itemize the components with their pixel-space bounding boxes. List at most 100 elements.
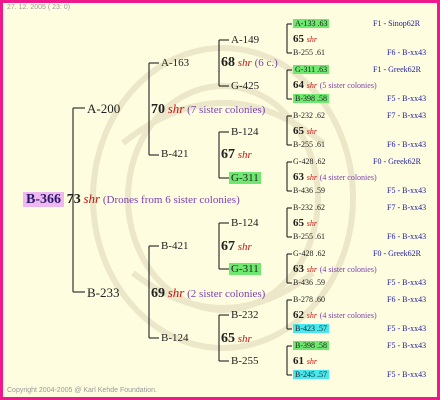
g4-name-7: B-436 .59 (293, 186, 325, 195)
g3-num: 64 (293, 79, 304, 91)
g3-note: (4 sister colonies) (319, 311, 377, 320)
g2-info-1: 67 shr (221, 147, 252, 163)
g1-name-1: B-233 (87, 285, 120, 300)
g1-name-0: A-200 (87, 101, 121, 116)
g4-origin-5: F6 - B-xx43 (387, 140, 427, 149)
root-name: B-366 (23, 192, 64, 207)
g3-num: 65 (293, 33, 304, 45)
root-note: (Drones from 6 sister colonies) (102, 194, 240, 206)
g3-info-6: 62 shr (4 sister colonies) (293, 309, 377, 322)
g4-name-8: B-232 .62 (293, 203, 325, 212)
g3-shr: shr (306, 311, 317, 320)
g3-info-5: 63 shr (4 sister colonies) (293, 263, 377, 276)
g4-name-4: B-232 .62 (293, 111, 325, 120)
g4-name-13: B-423 .57 (293, 324, 329, 334)
g1-info-0: 70 shr (7 sister colonies) (151, 101, 265, 118)
g3-num: 65 (293, 217, 304, 229)
g3-shr: shr (306, 127, 317, 136)
g3-num: 65 (293, 125, 304, 137)
g4-name-3: B-398 .58 (293, 94, 329, 104)
g3-name-0: A-149 (231, 34, 260, 46)
g1-shr: shr (167, 101, 185, 116)
g3-num: 63 (293, 263, 304, 275)
g3-note: (4 sister colonies) (319, 173, 377, 182)
root-num: 73 (66, 192, 81, 207)
g2-note: (6 c.) (254, 57, 278, 69)
g1-info-1: 69 shr (2 sister colonies) (151, 285, 265, 302)
g3-info-4: 65 shr (293, 217, 317, 230)
g4-label: A-133 .63 (293, 19, 330, 28)
g3-num: 62 (293, 309, 304, 321)
g4-name-1: B-255 .61 (293, 48, 325, 57)
g3-shr: shr (306, 357, 317, 366)
g1-num: 70 (151, 102, 165, 117)
g4-name-10: G-428 .62 (293, 249, 326, 258)
g2-info-2: 67 shr (221, 239, 252, 255)
g2-name-2: B-421 (161, 240, 189, 252)
g4-origin-8: F7 - B-xx43 (387, 203, 427, 212)
g3-name-3: G-311 (229, 172, 261, 185)
g3-name-2: B-124 (231, 126, 259, 138)
g2-info-3: 65 shr (221, 331, 252, 347)
g3-shr: shr (306, 81, 317, 90)
g2-num: 67 (221, 147, 235, 162)
g3-shr: shr (306, 265, 317, 274)
g3-info-2: 65 shr (293, 125, 317, 138)
g4-name-0: A-133 .63 (293, 19, 330, 29)
g1-note: (7 sister colonies) (187, 104, 266, 116)
g3-name-1: G-425 (231, 80, 260, 92)
g4-label: B-245 .57 (293, 370, 329, 379)
g2-shr: shr (237, 57, 252, 69)
g4-name-14: B-398 .58 (293, 341, 329, 351)
g3-name-5: G-311 (229, 263, 261, 276)
g2-name-3: B-124 (161, 332, 189, 344)
g2-num: 67 (221, 239, 235, 254)
g2-shr: shr (237, 333, 252, 345)
g1-note: (2 sister colonies) (187, 288, 266, 300)
g4-origin-12: F6 - B-xx43 (387, 295, 427, 304)
g3-shr: shr (306, 35, 317, 44)
g3-info-1: 64 shr (5 sister colonies) (293, 79, 377, 92)
g3-name-7: B-255 (231, 355, 259, 367)
footer-copyright: Copyright 2004-2005 @ Karl Kehde Foundat… (7, 387, 157, 394)
g2-name-0: A-163 (161, 57, 190, 69)
g3-info-3: 63 shr (4 sister colonies) (293, 171, 377, 184)
g3-note: (4 sister colonies) (319, 265, 377, 274)
g4-origin-1: F6 - B-xx43 (387, 48, 427, 57)
header-timestamp: 27. 12. 2005 ( 23: 0) (7, 4, 71, 11)
g4-label: B-398 .58 (293, 94, 329, 103)
g3-note: (5 sister colonies) (319, 81, 377, 90)
g4-origin-9: F6 - B-xx43 (387, 232, 427, 241)
g3-name-4: B-124 (231, 217, 259, 229)
g4-origin-4: F7 - B-xx43 (387, 111, 427, 120)
g3-shr: shr (306, 219, 317, 228)
g4-name-12: B-278 .60 (293, 295, 325, 304)
g4-origin-3: F5 - B-xx43 (387, 94, 427, 103)
g4-name-11: B-436 .59 (293, 278, 325, 287)
pedigree-chart: 27. 12. 2005 ( 23: 0) B-366 73 shr (Dron… (0, 0, 440, 400)
g4-origin-6: F0 - Greek62R (373, 157, 421, 166)
g4-origin-0: F1 - Sinop62R (373, 19, 421, 28)
g4-name-5: B-255 .61 (293, 140, 325, 149)
g2-shr: shr (237, 149, 252, 161)
g4-name-15: B-245 .57 (293, 370, 329, 380)
g4-origin-14: F5 - B-xx43 (387, 341, 427, 350)
g4-origin-15: F5 - B-xx43 (387, 370, 427, 379)
g1-num: 69 (151, 286, 165, 301)
g3-num: 61 (293, 355, 304, 367)
g1-shr: shr (167, 285, 185, 300)
g3-info-7: 61 shr (293, 355, 317, 368)
g4-origin-7: F5 - B-xx43 (387, 186, 427, 195)
g3-info-0: 65 shr (293, 33, 317, 46)
g2-shr: shr (237, 241, 252, 253)
g3-name-6: B-232 (231, 309, 259, 321)
g3-label: G-311 (229, 263, 261, 275)
g2-name-1: B-421 (161, 148, 189, 160)
g4-label: B-398 .58 (293, 341, 329, 350)
g4-origin-13: F5 - B-xx43 (387, 324, 427, 333)
g2-num: 68 (221, 55, 235, 70)
g2-info-0: 68 shr (6 c.) (221, 55, 278, 71)
g4-name-6: G-428 .62 (293, 157, 326, 166)
g4-name-9: B-255 .61 (293, 232, 325, 241)
root-shr: shr (83, 191, 101, 206)
